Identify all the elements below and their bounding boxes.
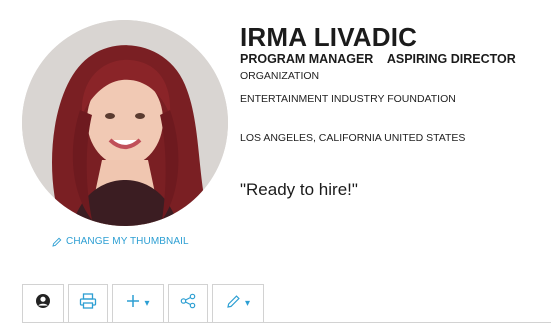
profile-name: IRMA LIVADIC (240, 22, 418, 52)
plus-icon (126, 294, 140, 313)
aspiration-title: ASPIRING DIRECTOR (386, 52, 516, 66)
organization-label: ORGANIZATION (240, 70, 320, 82)
pencil-icon (226, 294, 241, 314)
printer-icon (79, 293, 97, 314)
change-thumbnail-link[interactable]: CHANGE MY THUMBNAIL (52, 236, 189, 247)
share-button[interactable] (168, 284, 208, 322)
share-icon (180, 293, 196, 314)
chevron-down-icon: ▾ (244, 298, 251, 309)
location: LOS ANGELES, CALIFORNIA UNITED STATES (240, 132, 466, 144)
edit-dropdown-button[interactable]: ▾ (212, 284, 264, 322)
chevron-down-icon: ▾ (144, 298, 150, 309)
profile-titles: PROGRAM MANAGER ASPIRING DIRECTOR (240, 52, 516, 66)
print-button[interactable] (68, 284, 108, 322)
organization-name: ENTERTAINMENT INDUSTRY FOUNDATION (240, 93, 456, 105)
pencil-icon (52, 237, 62, 247)
change-thumbnail-label: CHANGE MY THUMBNAIL (66, 236, 189, 247)
user-circle-icon (35, 293, 51, 314)
avatar (22, 20, 228, 226)
toolbar-divider (22, 322, 551, 323)
tab-profile[interactable] (22, 284, 64, 322)
avatar-photo (22, 20, 228, 226)
add-dropdown-button[interactable]: ▾ (112, 284, 164, 322)
profile-page: CHANGE MY THUMBNAIL IRMA LIVADIC PROGRAM… (0, 0, 551, 324)
job-title: PROGRAM MANAGER (240, 52, 374, 66)
profile-quote: "Ready to hire!" (240, 180, 358, 199)
profile-toolbar: ▾ ▾ (22, 284, 268, 324)
